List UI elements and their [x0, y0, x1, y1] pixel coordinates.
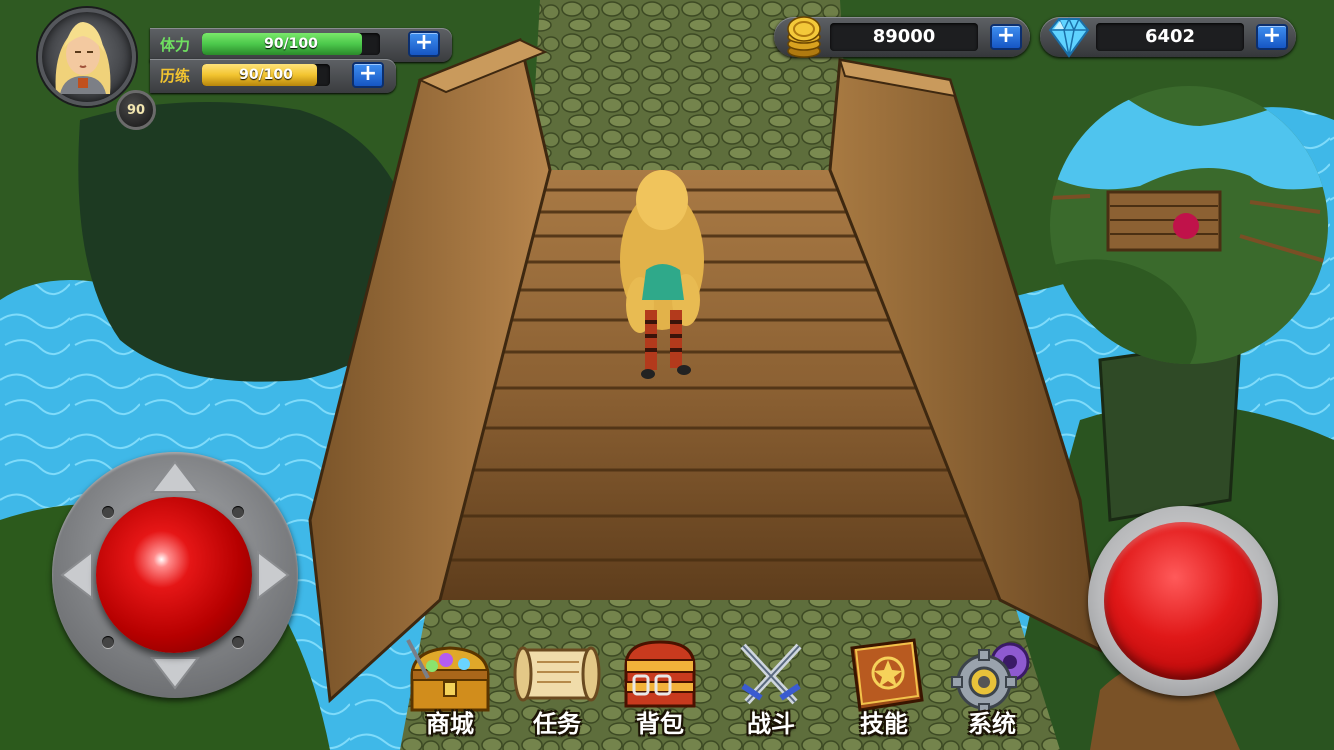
stamina-bar: 90/100 [202, 33, 380, 55]
player-level-badge: 90 [116, 90, 156, 130]
add-diamond-button[interactable]: + [1256, 24, 1288, 50]
gold-coins-icon [787, 16, 821, 58]
add-stamina-button[interactable]: + [408, 31, 440, 57]
menu-label: 背包 [636, 710, 684, 738]
joystick-thumb[interactable] [96, 497, 252, 653]
menu-label: 商城 [426, 710, 474, 738]
menu-label: 任务 [533, 710, 581, 738]
menu-item-backpack[interactable]: 背包 [608, 636, 712, 746]
gold-amount: 89000 [830, 23, 978, 51]
arrow-left-icon [60, 549, 93, 601]
stamina-value: 90/100 [264, 36, 318, 52]
player-marker-icon [1173, 213, 1199, 239]
menu-item-battle[interactable]: 战斗 [719, 636, 823, 746]
menu-item-shop[interactable]: 商城 [398, 636, 502, 746]
add-experience-button[interactable]: + [352, 62, 384, 88]
menu-label: 技能 [860, 710, 908, 738]
stamina-label: 体力 [160, 36, 191, 54]
add-gold-button[interactable]: + [990, 24, 1022, 50]
screw-icon [232, 506, 244, 518]
screw-icon [232, 636, 244, 648]
screw-icon [102, 506, 114, 518]
menu-label: 系统 [968, 710, 1016, 738]
screw-icon [102, 636, 114, 648]
menu-item-quests[interactable]: 任务 [505, 636, 609, 746]
experience-panel: 历练 90/100 + [150, 59, 396, 93]
menu-item-skills[interactable]: 技能 [832, 636, 936, 746]
experience-value: 90/100 [239, 67, 293, 83]
menu-item-system[interactable]: 系统 [940, 636, 1044, 746]
gold-panel: 89000 + [774, 16, 1030, 58]
minimap[interactable] [1050, 86, 1328, 364]
stamina-panel: 体力 90/100 + [150, 28, 452, 62]
arrow-up-icon [149, 460, 201, 493]
menu-label: 战斗 [747, 710, 795, 738]
attack-button[interactable] [1104, 522, 1262, 680]
hero-portrait-icon [55, 22, 111, 94]
arrow-down-icon [149, 657, 201, 690]
player-avatar[interactable] [38, 8, 136, 106]
experience-label: 历练 [160, 67, 191, 85]
diamond-panel: 6402 + [1040, 17, 1296, 58]
diamond-amount: 6402 [1096, 23, 1244, 51]
arrow-right-icon [257, 549, 290, 601]
diamond-icon [1048, 17, 1090, 58]
experience-bar: 90/100 [202, 64, 330, 86]
